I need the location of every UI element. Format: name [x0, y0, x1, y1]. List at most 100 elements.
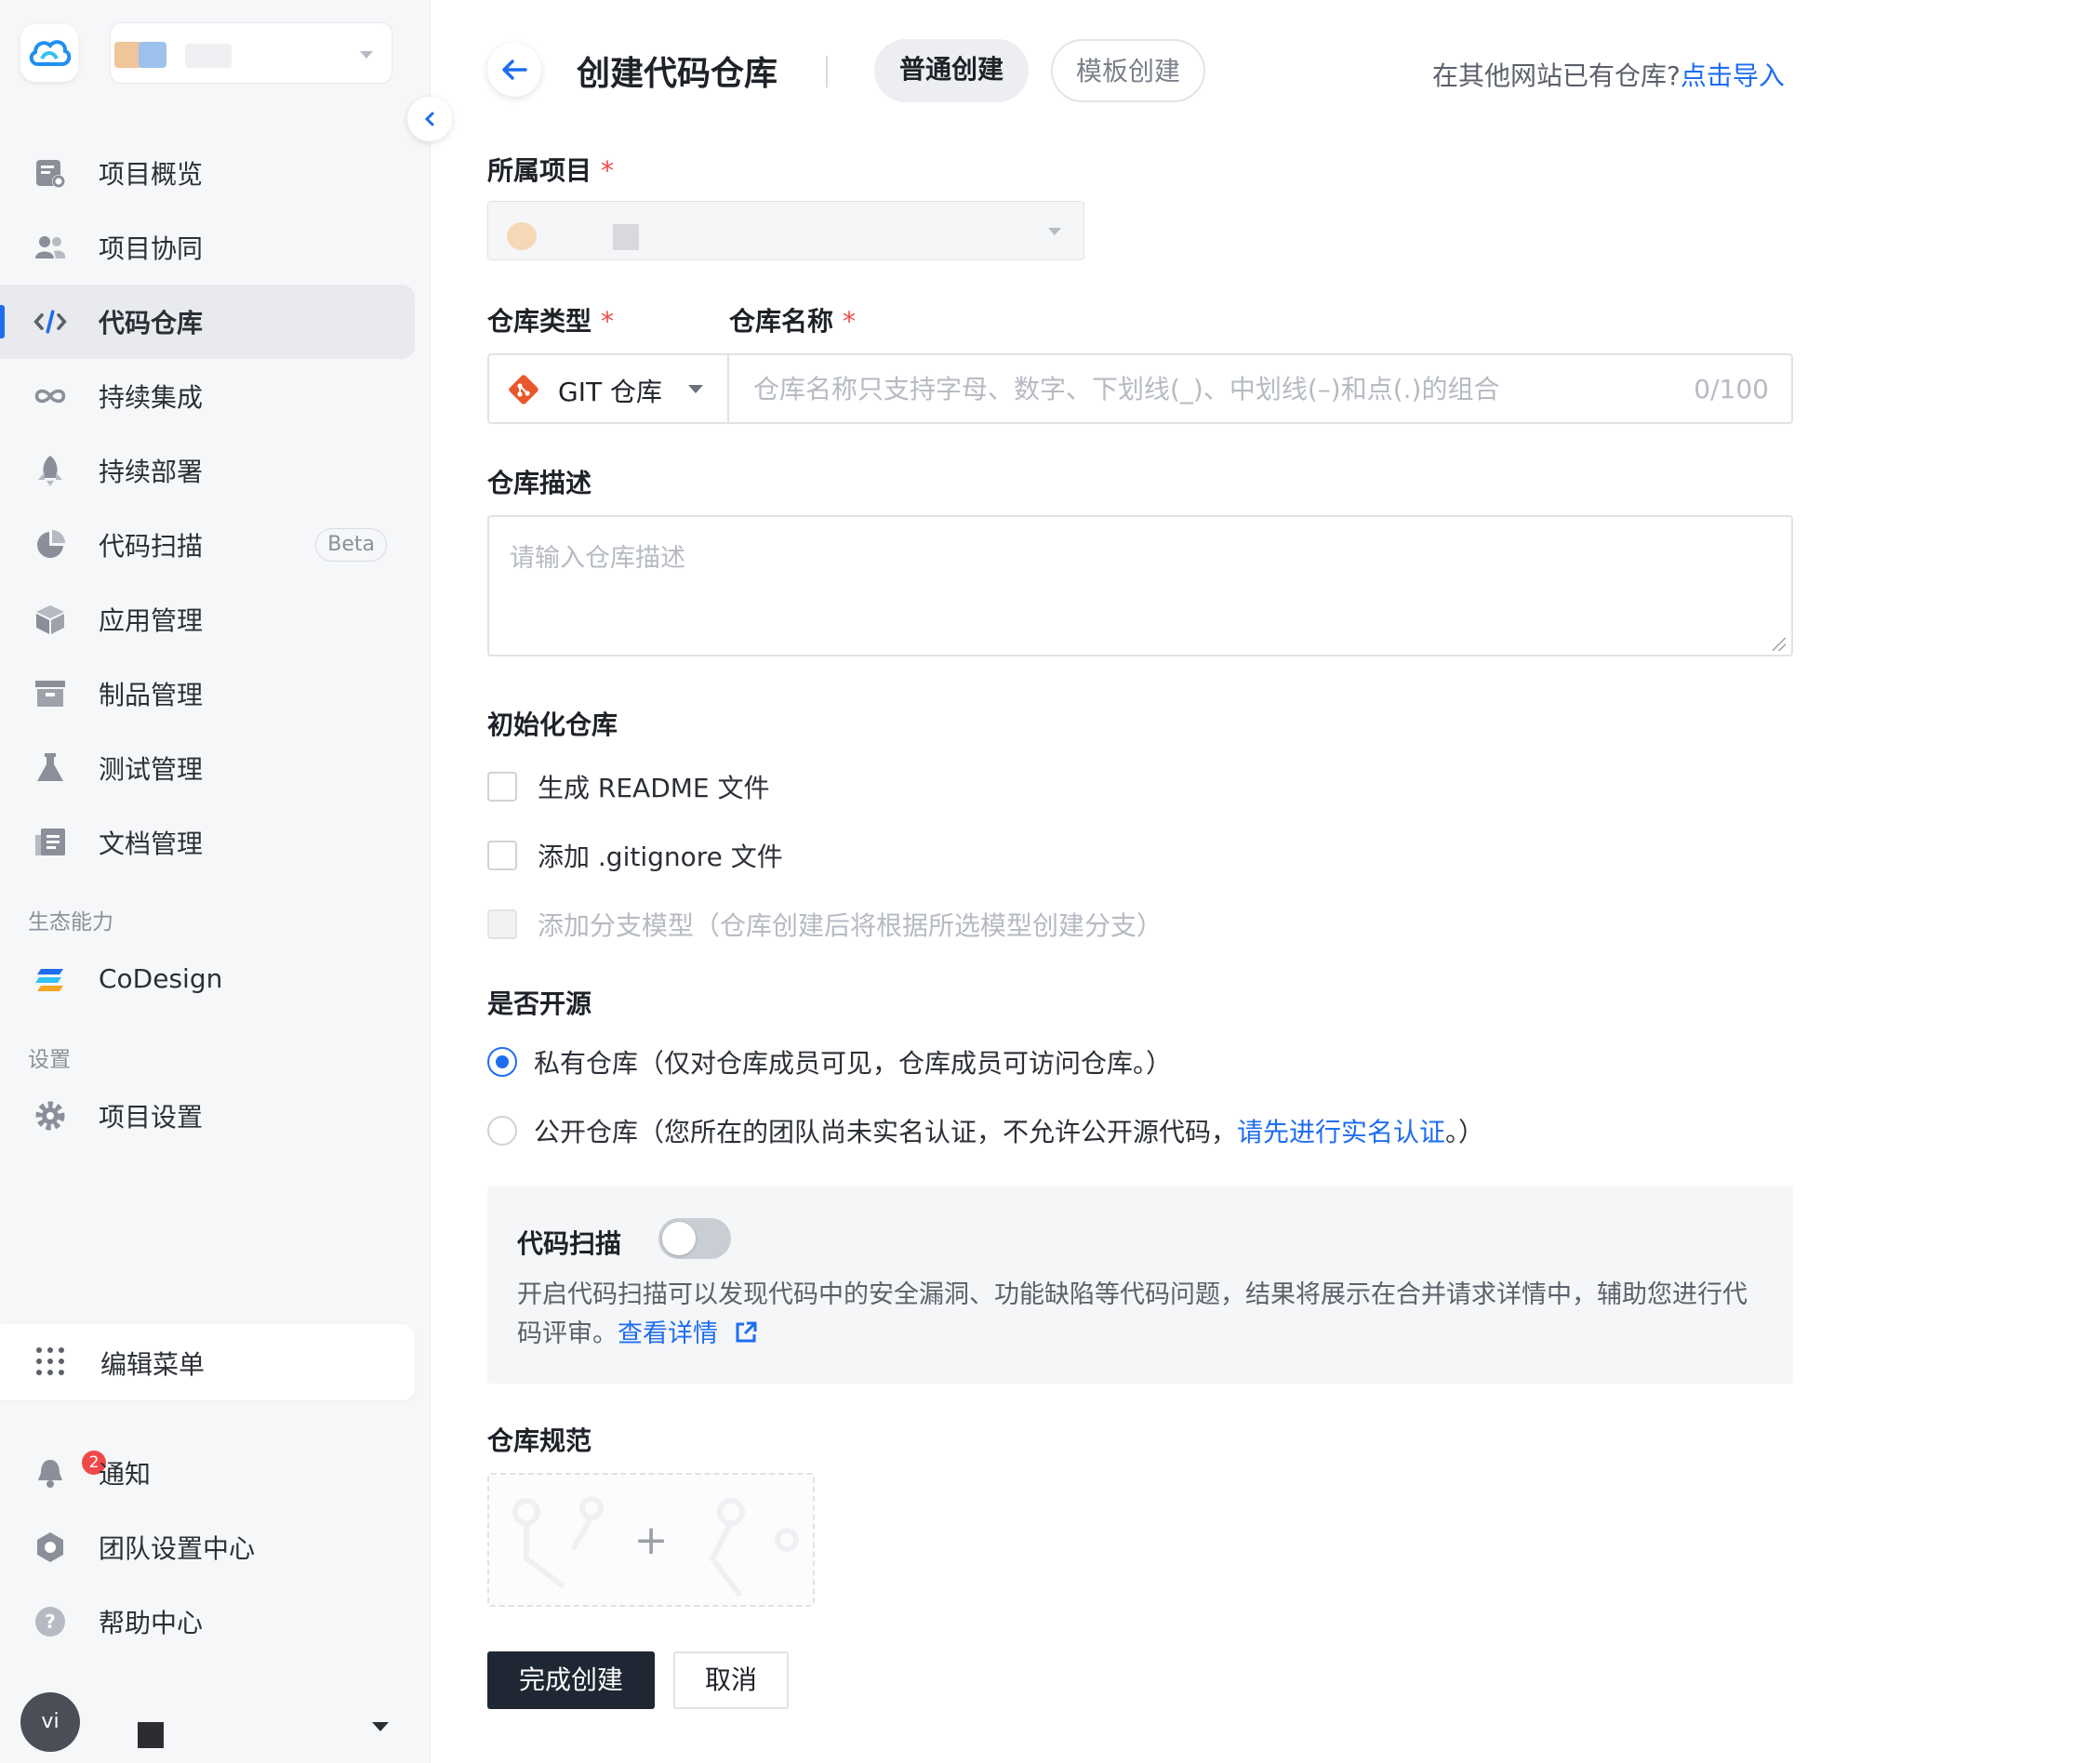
sidebar-item-testing[interactable]: 测试管理 [0, 731, 415, 805]
import-link[interactable]: 点击导入 [1681, 60, 1785, 91]
sidebar-item-team-settings[interactable]: 团队设置中心 [0, 1510, 415, 1584]
public-radio-text: 公开仓库（您所在的团队尚未实名认证，不允许公开源代码， [534, 1117, 1238, 1147]
sidebar-item-label: 代码扫描 [99, 531, 204, 562]
code-scan-details-link[interactable]: 查看详情 [618, 1319, 758, 1348]
sidebar-item-codesign[interactable]: CoDesign [0, 941, 415, 1015]
pie-icon [33, 528, 67, 562]
collapse-sidebar-button[interactable] [407, 97, 452, 141]
private-radio-label: 私有仓库（仅对仓库成员可见，仓库成员可访问仓库。） [534, 1048, 1173, 1079]
sidebar-item-overview[interactable]: 项目概览 [0, 136, 415, 210]
sidebar-item-label: 项目协同 [99, 233, 204, 264]
repo-type-value: GIT 仓库 [558, 377, 662, 407]
private-repo-option[interactable]: 私有仓库（仅对仓库成员可见，仓库成员可访问仓库。） [487, 1043, 1172, 1080]
user-menu-chevron-icon[interactable] [372, 1722, 389, 1731]
gear-icon [33, 1099, 67, 1133]
beta-badge: Beta [315, 528, 387, 562]
sidebar-item-notifications[interactable]: 2 通知 [0, 1436, 415, 1510]
people-icon [33, 231, 67, 264]
init-readme-option[interactable]: 生成 README 文件 [487, 768, 770, 805]
section-label-settings: 设置 [28, 1048, 71, 1072]
gitignore-checkbox-label: 添加 .gitignore 文件 [538, 842, 783, 872]
project-label-text: 所属项目 [487, 155, 592, 186]
project-field-label: 所属项目 * [487, 151, 614, 188]
spec-field-label: 仓库规范 [487, 1425, 592, 1456]
init-field-label: 初始化仓库 [487, 709, 618, 740]
public-radio-suffix: 。） [1445, 1117, 1485, 1147]
readme-checkbox-label: 生成 README 文件 [538, 773, 770, 803]
submit-create-button[interactable]: 完成创建 [487, 1651, 655, 1709]
tab-template-create[interactable]: 模板创建 [1051, 39, 1205, 102]
project-select[interactable] [487, 201, 1084, 260]
flask-icon [33, 751, 67, 785]
code-icon [33, 305, 67, 338]
import-prompt-text: 在其他网站已有仓库? [1432, 60, 1681, 91]
repo-name-input[interactable] [729, 355, 1659, 422]
sidebar-item-label: CoDesign [99, 962, 223, 994]
public-repo-option[interactable]: 公开仓库（您所在的团队尚未实名认证，不允许公开源代码，请先进行实名认证。） [487, 1112, 1484, 1149]
open-source-field-label: 是否开源 [487, 988, 592, 1019]
init-branch-model-option: 添加分支模型（仓库创建后将根据所选模型创建分支） [487, 906, 1163, 943]
code-scan-link-text: 查看详情 [618, 1319, 718, 1348]
add-spec-button[interactable]: + [487, 1473, 815, 1607]
sidebar-item-label: 应用管理 [99, 605, 204, 636]
init-gitignore-option[interactable]: 添加 .gitignore 文件 [487, 837, 783, 874]
project-name-redacted [613, 224, 639, 250]
sidebar-item-code-repo[interactable]: 代码仓库 [0, 285, 415, 359]
required-mark: * [601, 306, 615, 337]
app-logo[interactable] [20, 24, 78, 82]
cancel-button[interactable]: 取消 [673, 1651, 789, 1709]
toggle-knob [662, 1222, 696, 1255]
repo-type-label-text: 仓库类型 [487, 306, 592, 337]
sidebar-item-label: 帮助中心 [99, 1608, 204, 1638]
code-scan-description: 开启代码扫描可以发现代码中的安全漏洞、功能缺陷等代码问题，结果将展示在合并请求详… [517, 1276, 1763, 1354]
repo-type-field-label: 仓库类型 * [487, 301, 614, 338]
arrow-left-icon [502, 60, 527, 80]
project-switcher[interactable] [110, 22, 392, 84]
repo-type-select[interactable]: GIT 仓库 [489, 355, 729, 422]
sidebar-item-docs[interactable]: 文档管理 [0, 805, 415, 880]
chevron-left-icon [424, 112, 434, 126]
chevron-down-icon [688, 385, 703, 393]
verify-identity-link[interactable]: 请先进行实名认证 [1237, 1117, 1445, 1147]
section-label-ecosystem: 生态能力 [28, 910, 113, 935]
sidebar-item-label: 文档管理 [99, 828, 204, 859]
public-radio-label: 公开仓库（您所在的团队尚未实名认证，不允许公开源代码，请先进行实名认证。） [534, 1112, 1484, 1149]
branch-model-checkbox [487, 909, 517, 939]
rocket-icon [33, 454, 67, 487]
sidebar-item-project-settings[interactable]: 项目设置 [0, 1079, 415, 1153]
sidebar-item-ci[interactable]: 持续集成 [0, 359, 415, 433]
chevron-down-icon [360, 51, 373, 59]
edit-menu-button[interactable]: 编辑菜单 [0, 1324, 415, 1400]
sidebar-item-artifact[interactable]: 制品管理 [0, 656, 415, 731]
sidebar-item-collaboration[interactable]: 项目协同 [0, 210, 415, 285]
sidebar-item-code-scan[interactable]: 代码扫描 Beta [0, 508, 415, 582]
sidebar-item-label: 持续部署 [99, 457, 204, 487]
resize-handle[interactable] [1773, 638, 1786, 651]
back-button[interactable] [487, 43, 541, 97]
tab-normal-create[interactable]: 普通创建 [874, 39, 1029, 102]
repo-name-label-text: 仓库名称 [729, 306, 834, 337]
archive-icon [33, 677, 67, 710]
gitignore-checkbox[interactable] [487, 841, 517, 870]
git-icon [508, 374, 539, 409]
sidebar-item-cd[interactable]: 持续部署 [0, 433, 415, 508]
repo-description-input[interactable] [487, 515, 1793, 656]
external-link-icon [736, 1321, 757, 1343]
project-avatar [507, 222, 537, 250]
project-name-redacted [185, 44, 232, 68]
help-icon: ? [33, 1605, 67, 1638]
sidebar-item-label: 代码仓库 [99, 308, 204, 338]
readme-checkbox[interactable] [487, 772, 517, 802]
infinity-icon [33, 379, 67, 413]
private-radio[interactable] [487, 1047, 517, 1077]
sidebar-item-help[interactable]: ? 帮助中心 [0, 1584, 415, 1659]
user-name-redacted [138, 1722, 164, 1748]
user-avatar[interactable]: vi [20, 1692, 80, 1752]
code-scan-toggle[interactable] [658, 1218, 731, 1259]
title-divider [826, 56, 828, 87]
import-prompt: 在其他网站已有仓库?点击导入 [1432, 56, 1785, 93]
sidebar-item-app-mgmt[interactable]: 应用管理 [0, 582, 415, 656]
grid-icon [33, 1345, 67, 1382]
public-radio[interactable] [487, 1116, 517, 1146]
sidebar-item-label: 制品管理 [99, 680, 204, 710]
